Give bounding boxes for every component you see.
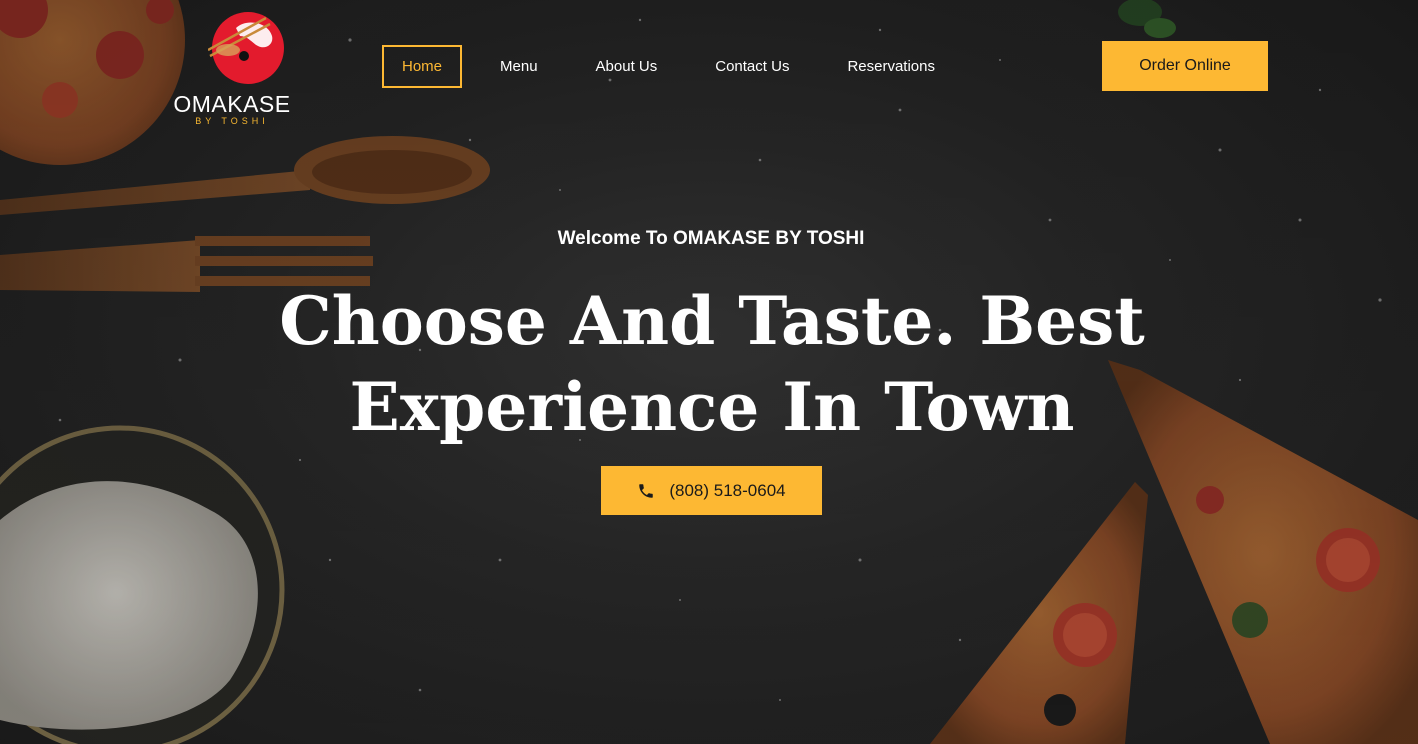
nav-item-about-us[interactable]: About Us xyxy=(596,58,658,75)
welcome-text: Welcome To OMAKASE BY TOSHI xyxy=(557,228,865,249)
hero-headline: Choose And Taste. Best Experience In Tow… xyxy=(0,278,1418,450)
phone-icon xyxy=(639,483,654,498)
phone-call-button[interactable]: (808) 518-0604 xyxy=(601,466,822,515)
hero-section: OMAKASE BY TOSHI Home Menu About Us Cont… xyxy=(0,0,1418,744)
brand-logo[interactable]: OMAKASE BY TOSHI xyxy=(172,8,294,130)
hero-headline-line-2: Experience In Town xyxy=(349,368,1075,446)
brand-subtitle: BY TOSHI xyxy=(195,116,269,126)
nav-item-reservations[interactable]: Reservations xyxy=(847,58,935,75)
phone-number: (808) 518-0604 xyxy=(669,480,786,500)
order-online-button[interactable]: Order Online xyxy=(1102,41,1268,91)
brand-name: OMAKASE xyxy=(173,91,291,117)
main-navigation: Home Menu About Us Contact Us Reservatio… xyxy=(382,43,993,89)
sushi-chopsticks-logo-icon xyxy=(208,12,284,84)
nav-item-menu[interactable]: Menu xyxy=(500,58,538,75)
hero-headline-line-1: Choose And Taste. Best xyxy=(279,282,1145,360)
nav-item-home[interactable]: Home xyxy=(382,44,463,88)
nav-item-contact-us[interactable]: Contact Us xyxy=(715,58,789,75)
